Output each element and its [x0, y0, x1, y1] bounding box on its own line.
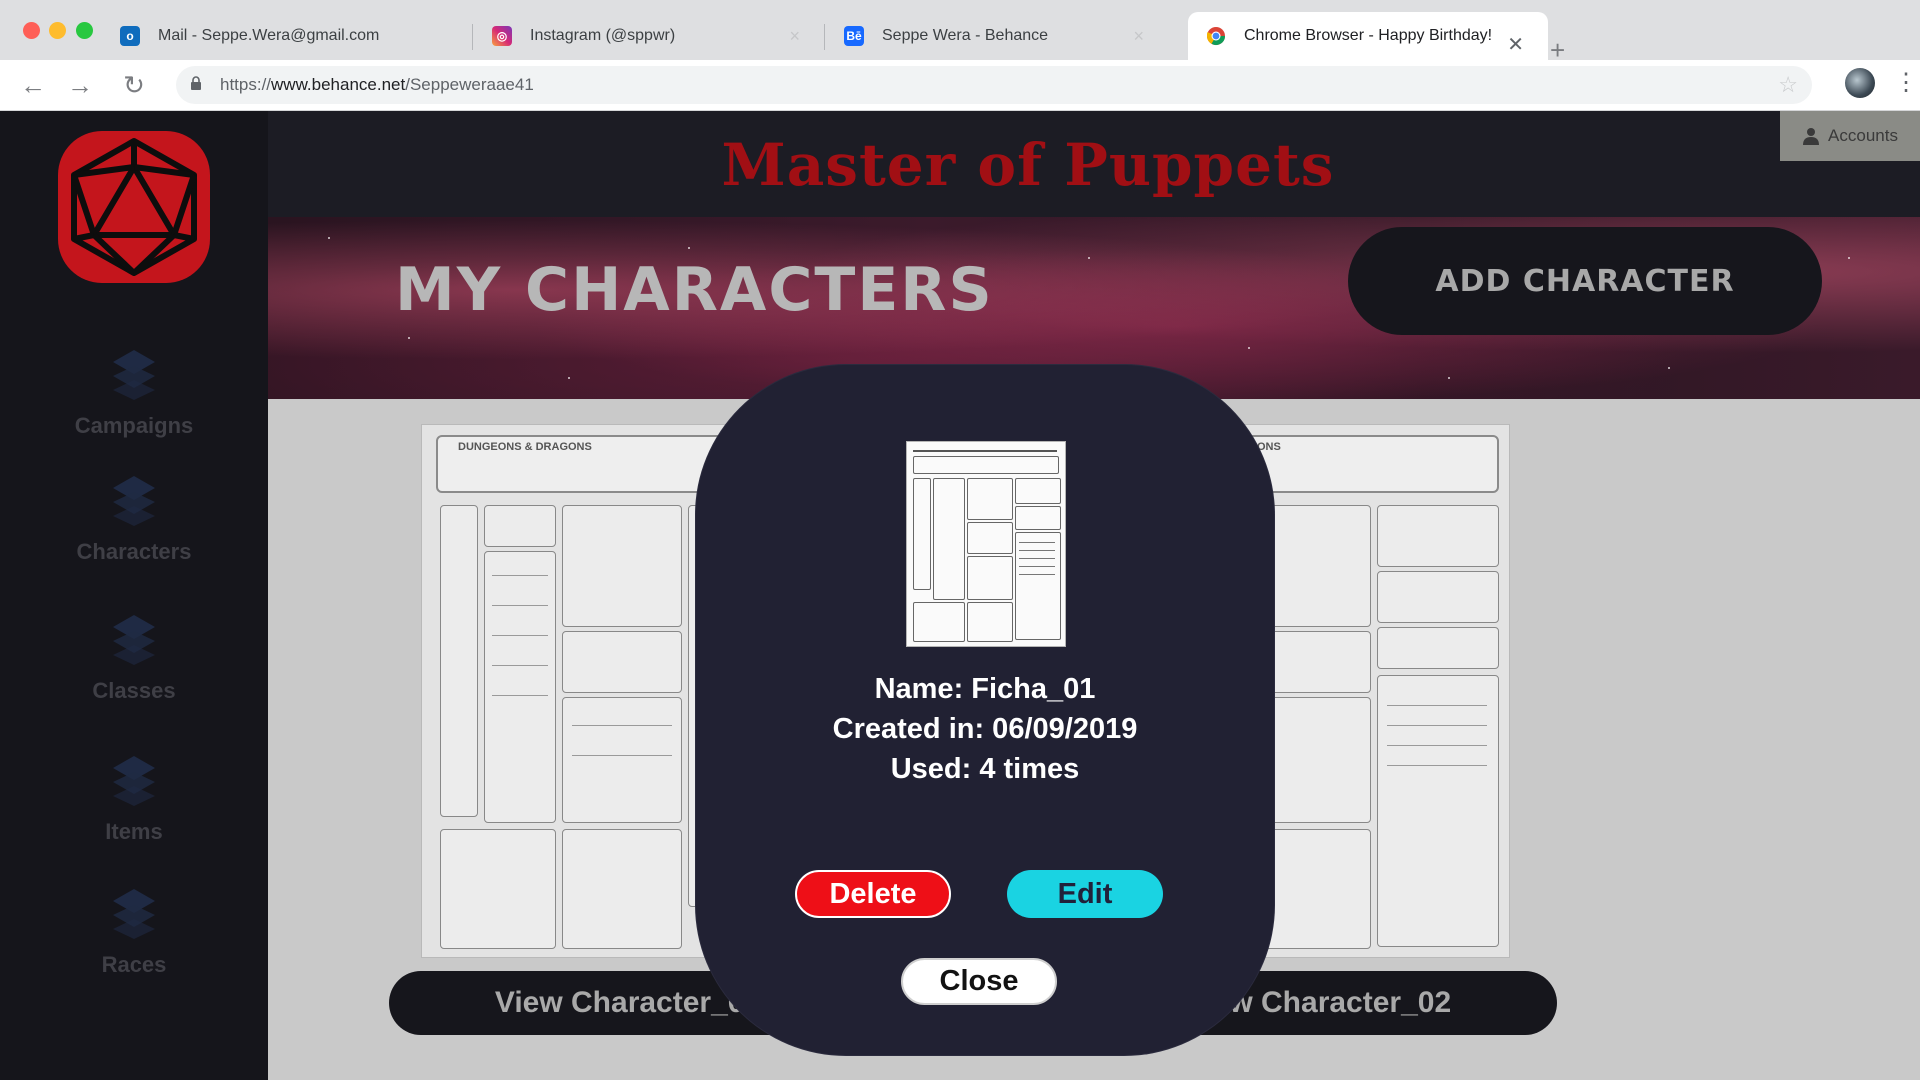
profile-avatar[interactable]	[1845, 68, 1875, 98]
lock-icon	[191, 76, 201, 90]
character-name: Name: Ficha_01	[874, 673, 1096, 705]
browser-menu-icon[interactable]: ⋮	[1894, 70, 1918, 96]
sidebar-item-items[interactable]: Items	[0, 752, 268, 845]
app-header: Master of Puppets	[268, 111, 1920, 217]
layers-icon	[113, 350, 155, 400]
user-icon	[1803, 128, 1820, 145]
layers-icon	[113, 756, 155, 806]
delete-button[interactable]: Delete	[795, 870, 951, 918]
close-button[interactable]: Close	[901, 958, 1057, 1005]
sheet-brand-label: DUNGEONS & DRAGONS	[458, 441, 592, 453]
sidebar-item-races[interactable]: Races	[0, 885, 268, 978]
sidebar-item-campaigns[interactable]: Campaigns	[0, 346, 268, 439]
tab-mail[interactable]: o Mail - Seppe.Wera@gmail.com	[102, 12, 472, 60]
close-tab-icon[interactable]: ✕	[1507, 32, 1524, 57]
sidebar-item-label: Classes	[92, 678, 176, 703]
window-minimize-button[interactable]	[49, 22, 66, 39]
instagram-icon: ◎	[492, 26, 512, 46]
tab-title: Mail - Seppe.Wera@gmail.com	[158, 27, 380, 44]
reload-icon[interactable]: ↻	[117, 68, 151, 102]
app-page: Campaigns Characters Classes Items Races	[0, 111, 1920, 1080]
sidebar-item-characters[interactable]: Characters	[0, 472, 268, 565]
sidebar-item-label: Items	[105, 819, 163, 844]
address-bar[interactable]: https://www.behance.net/Seppeweraae41 ☆	[176, 66, 1812, 104]
new-tab-button[interactable]: +	[1550, 37, 1565, 63]
window-close-button[interactable]	[23, 22, 40, 39]
tab-title: Instagram (@sppwr)	[530, 27, 676, 44]
sidebar-item-classes[interactable]: Classes	[0, 611, 268, 704]
tab-title: Seppe Wera - Behance	[882, 27, 1049, 44]
back-arrow-icon[interactable]: ←	[16, 68, 50, 102]
chrome-icon	[1206, 26, 1226, 46]
layers-icon	[113, 889, 155, 939]
close-tab-icon[interactable]: ×	[1133, 26, 1144, 47]
add-character-button[interactable]: ADD CHARACTER	[1348, 227, 1822, 335]
sidebar: Campaigns Characters Classes Items Races	[0, 111, 268, 1080]
sidebar-item-label: Campaigns	[74, 413, 194, 438]
page-heading: MY CHARACTERS	[395, 255, 994, 325]
tab-instagram[interactable]: ◎ Instagram (@sppwr) ×	[474, 12, 824, 60]
browser-tab-bar: o Mail - Seppe.Wera@gmail.com ◎ Instagra…	[0, 0, 1920, 63]
sidebar-item-label: Races	[101, 952, 167, 977]
behance-icon: Bē	[844, 26, 864, 46]
edit-button[interactable]: Edit	[1007, 870, 1163, 918]
accounts-label: Accounts	[1828, 126, 1898, 145]
outlook-icon: o	[120, 26, 140, 46]
character-usage-count: Used: 4 times	[890, 753, 1080, 785]
tab-behance[interactable]: Bē Seppe Wera - Behance ×	[826, 12, 1168, 60]
browser-toolbar: ← → ↻ https://www.behance.net/Seppeweraa…	[0, 60, 1920, 111]
character-created-date: Created in: 06/09/2019	[832, 713, 1138, 745]
layers-icon	[113, 615, 155, 665]
accounts-button[interactable]: Accounts	[1780, 111, 1920, 161]
d20-logo[interactable]	[56, 129, 212, 285]
close-tab-icon[interactable]: ×	[789, 26, 800, 47]
tab-title: Chrome Browser - Happy Birthday!	[1244, 27, 1493, 44]
url-text[interactable]: https://www.behance.net/Seppeweraae41	[220, 75, 534, 95]
layers-icon	[113, 476, 155, 526]
window-maximize-button[interactable]	[76, 22, 93, 39]
app-title: Master of Puppets	[721, 131, 1335, 199]
bookmark-star-icon[interactable]: ☆	[1778, 72, 1798, 98]
forward-arrow-icon[interactable]: →	[63, 68, 97, 102]
character-sheet-thumbnail	[906, 441, 1066, 647]
sidebar-item-label: Characters	[76, 539, 192, 564]
tab-chrome-active[interactable]: Chrome Browser - Happy Birthday! ✕	[1188, 12, 1548, 60]
character-details-modal: Name: Ficha_01 Created in: 06/09/2019 Us…	[696, 365, 1274, 1055]
